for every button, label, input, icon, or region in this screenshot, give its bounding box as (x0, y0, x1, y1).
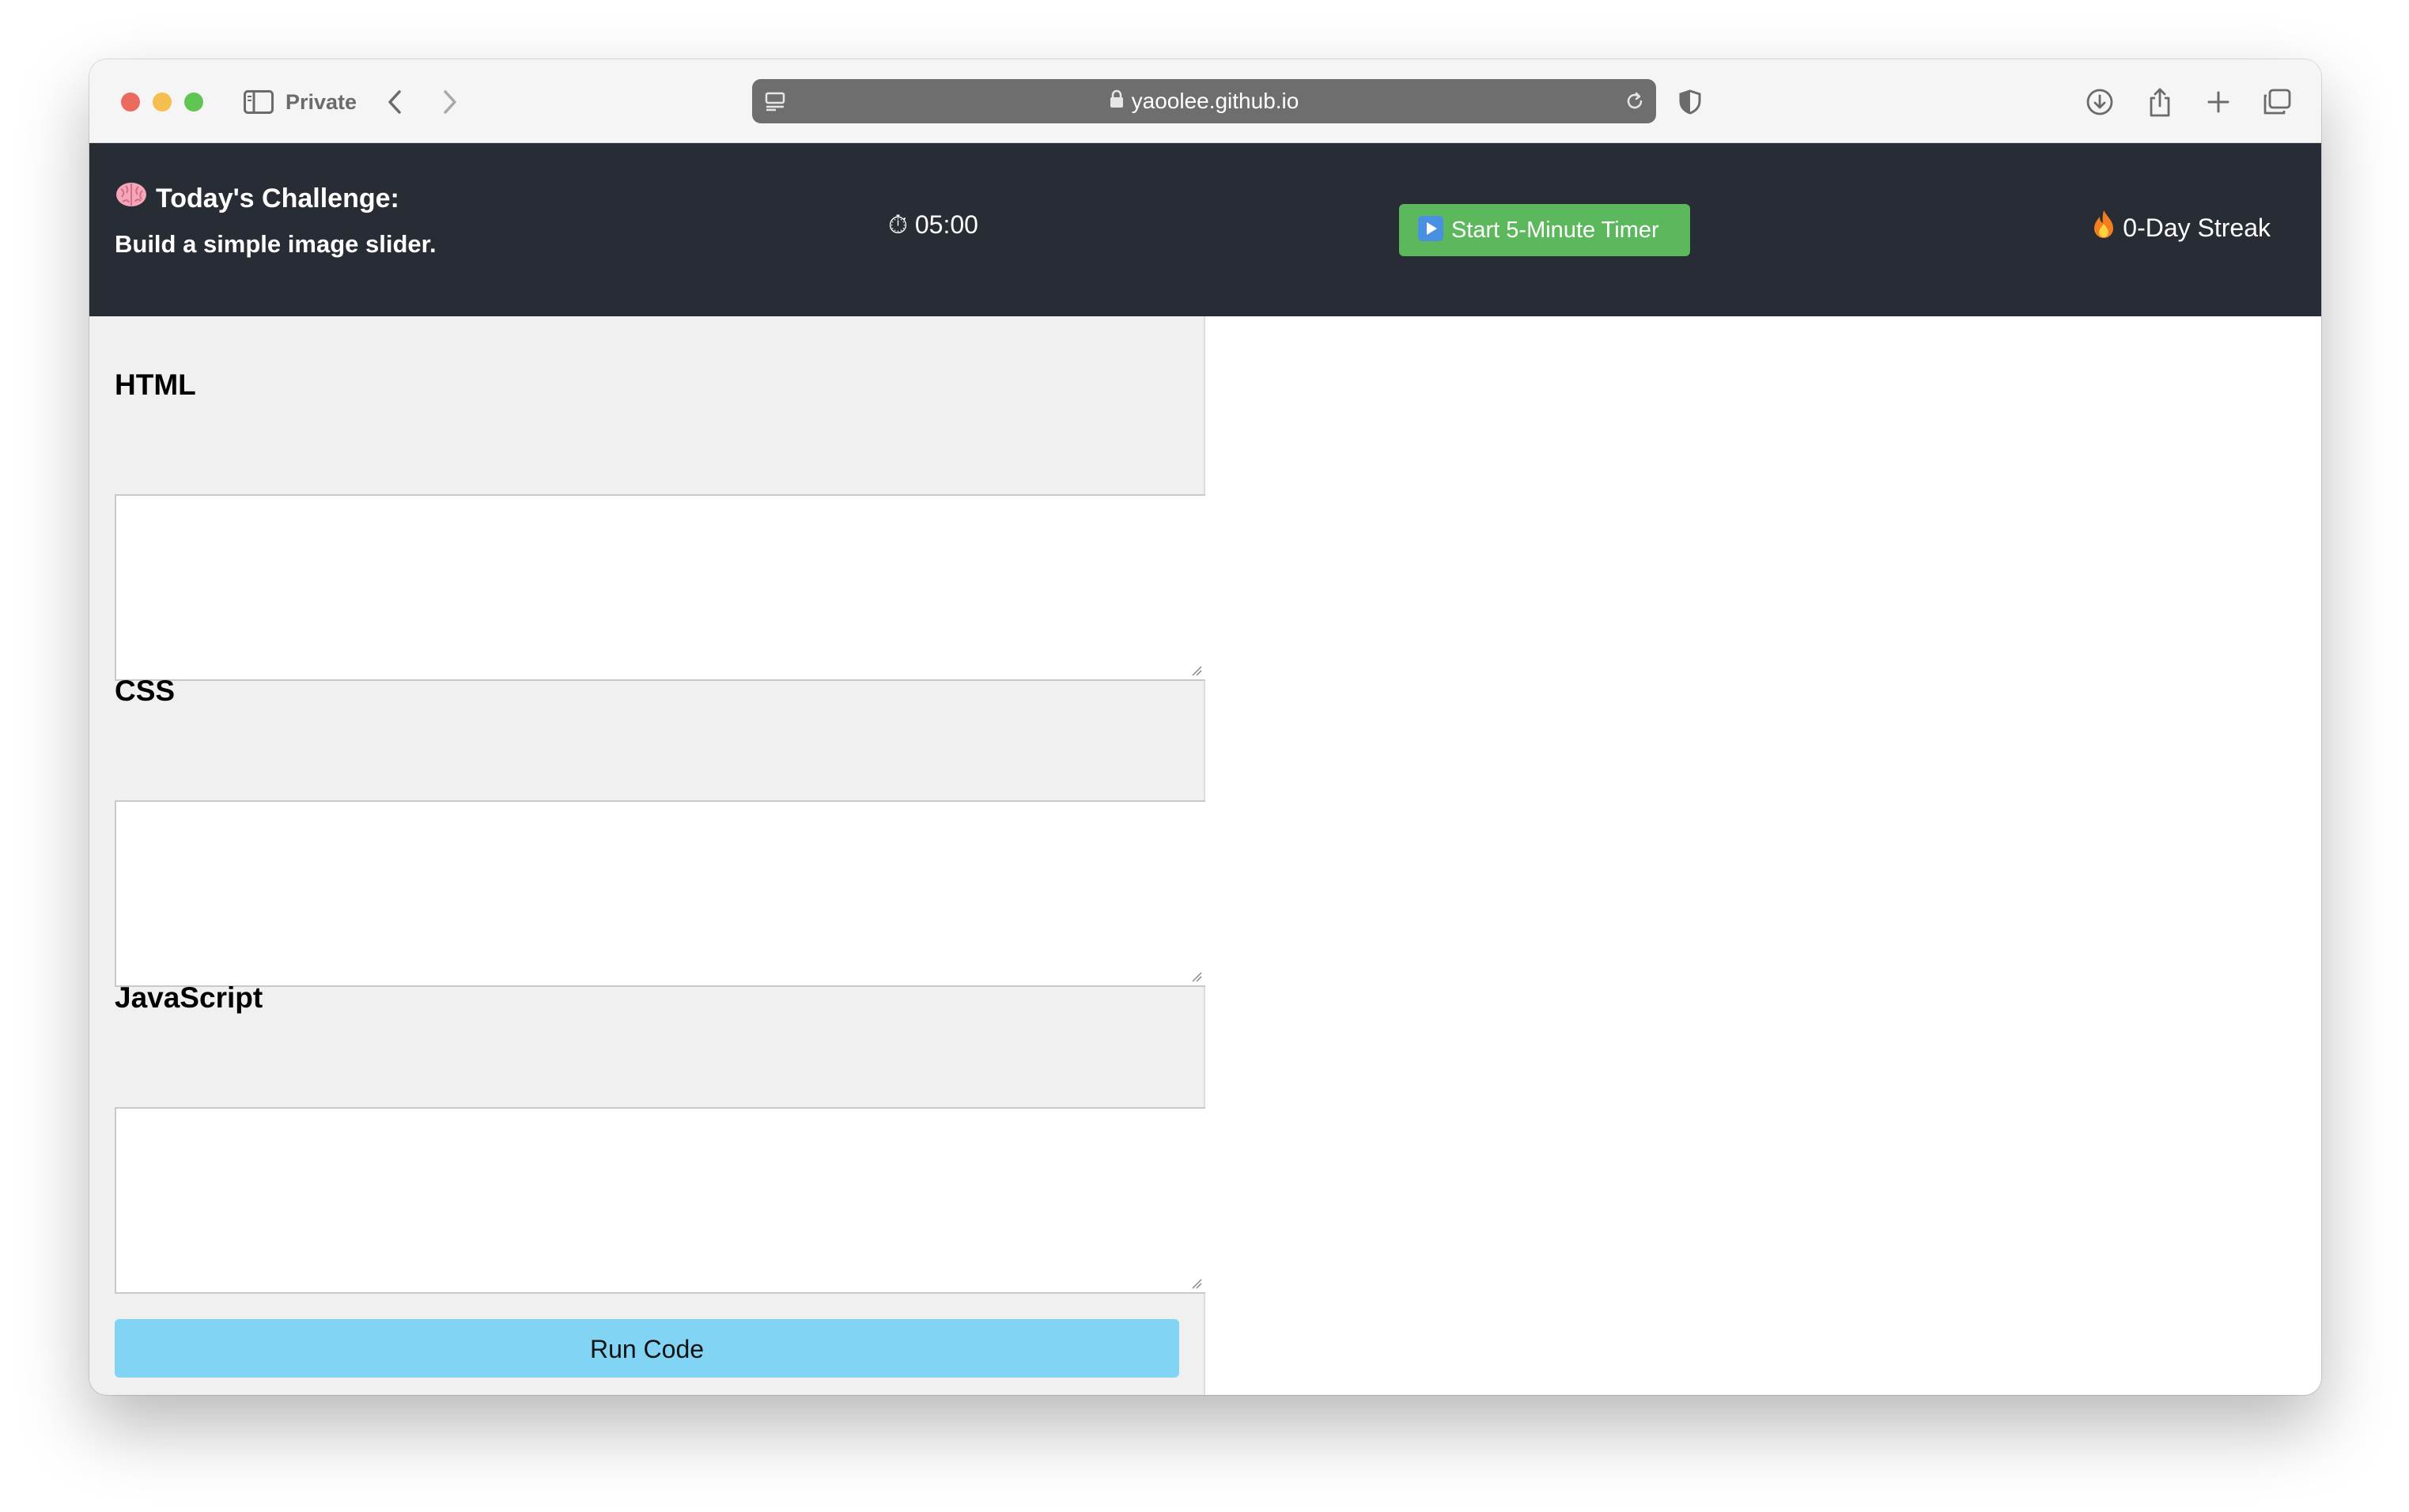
back-arrow-icon[interactable] (376, 83, 414, 121)
private-mode-label: Private (286, 90, 357, 114)
tab-overview-icon[interactable] (2258, 83, 2296, 121)
zoom-window-button[interactable] (184, 93, 203, 112)
play-icon (1418, 216, 1443, 242)
new-tab-plus-icon[interactable] (2199, 83, 2237, 121)
css-label: CSS (115, 675, 176, 707)
run-code-button[interactable]: Run Code (115, 1319, 1179, 1378)
app-header: Today's Challenge: Build a simple image … (89, 143, 2321, 316)
resize-handle-icon[interactable] (1191, 971, 1202, 982)
sidebar-toggle-icon[interactable] (240, 83, 278, 121)
browser-toolbar: Private yaoolee.github.io (89, 59, 2321, 143)
address-bar[interactable]: yaoolee.github.io (752, 79, 1656, 123)
brain-icon (115, 181, 148, 215)
share-icon[interactable] (2141, 83, 2179, 121)
challenge-description: Build a simple image slider. (115, 230, 437, 258)
editor-pane: HTML CSS JavaScript Run Code (89, 316, 1205, 1395)
download-icon[interactable] (2081, 83, 2119, 121)
resize-handle-icon[interactable] (1191, 665, 1202, 676)
html-label: HTML (115, 369, 196, 401)
resize-handle-icon[interactable] (1191, 1278, 1202, 1289)
javascript-label: JavaScript (115, 981, 263, 1014)
browser-window: Private yaoolee.github.io Today's Challe… (89, 59, 2321, 1395)
privacy-shield-icon[interactable] (1671, 83, 1709, 121)
lock-icon (1110, 89, 1124, 114)
css-editor[interactable] (115, 800, 1205, 987)
minimize-window-button[interactable] (153, 93, 172, 112)
streak-counter: 0-Day Streak (2093, 210, 2271, 246)
forward-arrow-icon[interactable] (431, 83, 469, 121)
challenge-heading: Today's Challenge: (115, 181, 399, 215)
output-preview-pane[interactable] (1205, 316, 2321, 1395)
start-timer-button[interactable]: Start 5-Minute Timer (1399, 204, 1690, 256)
reload-icon[interactable] (1616, 82, 1654, 120)
url-text: yaoolee.github.io (1131, 89, 1299, 113)
html-editor[interactable] (115, 494, 1205, 681)
close-window-button[interactable] (121, 93, 140, 112)
javascript-editor[interactable] (115, 1107, 1205, 1294)
flame-icon (2093, 210, 2115, 246)
timer-display: ⏱ 05:00 (888, 210, 978, 239)
